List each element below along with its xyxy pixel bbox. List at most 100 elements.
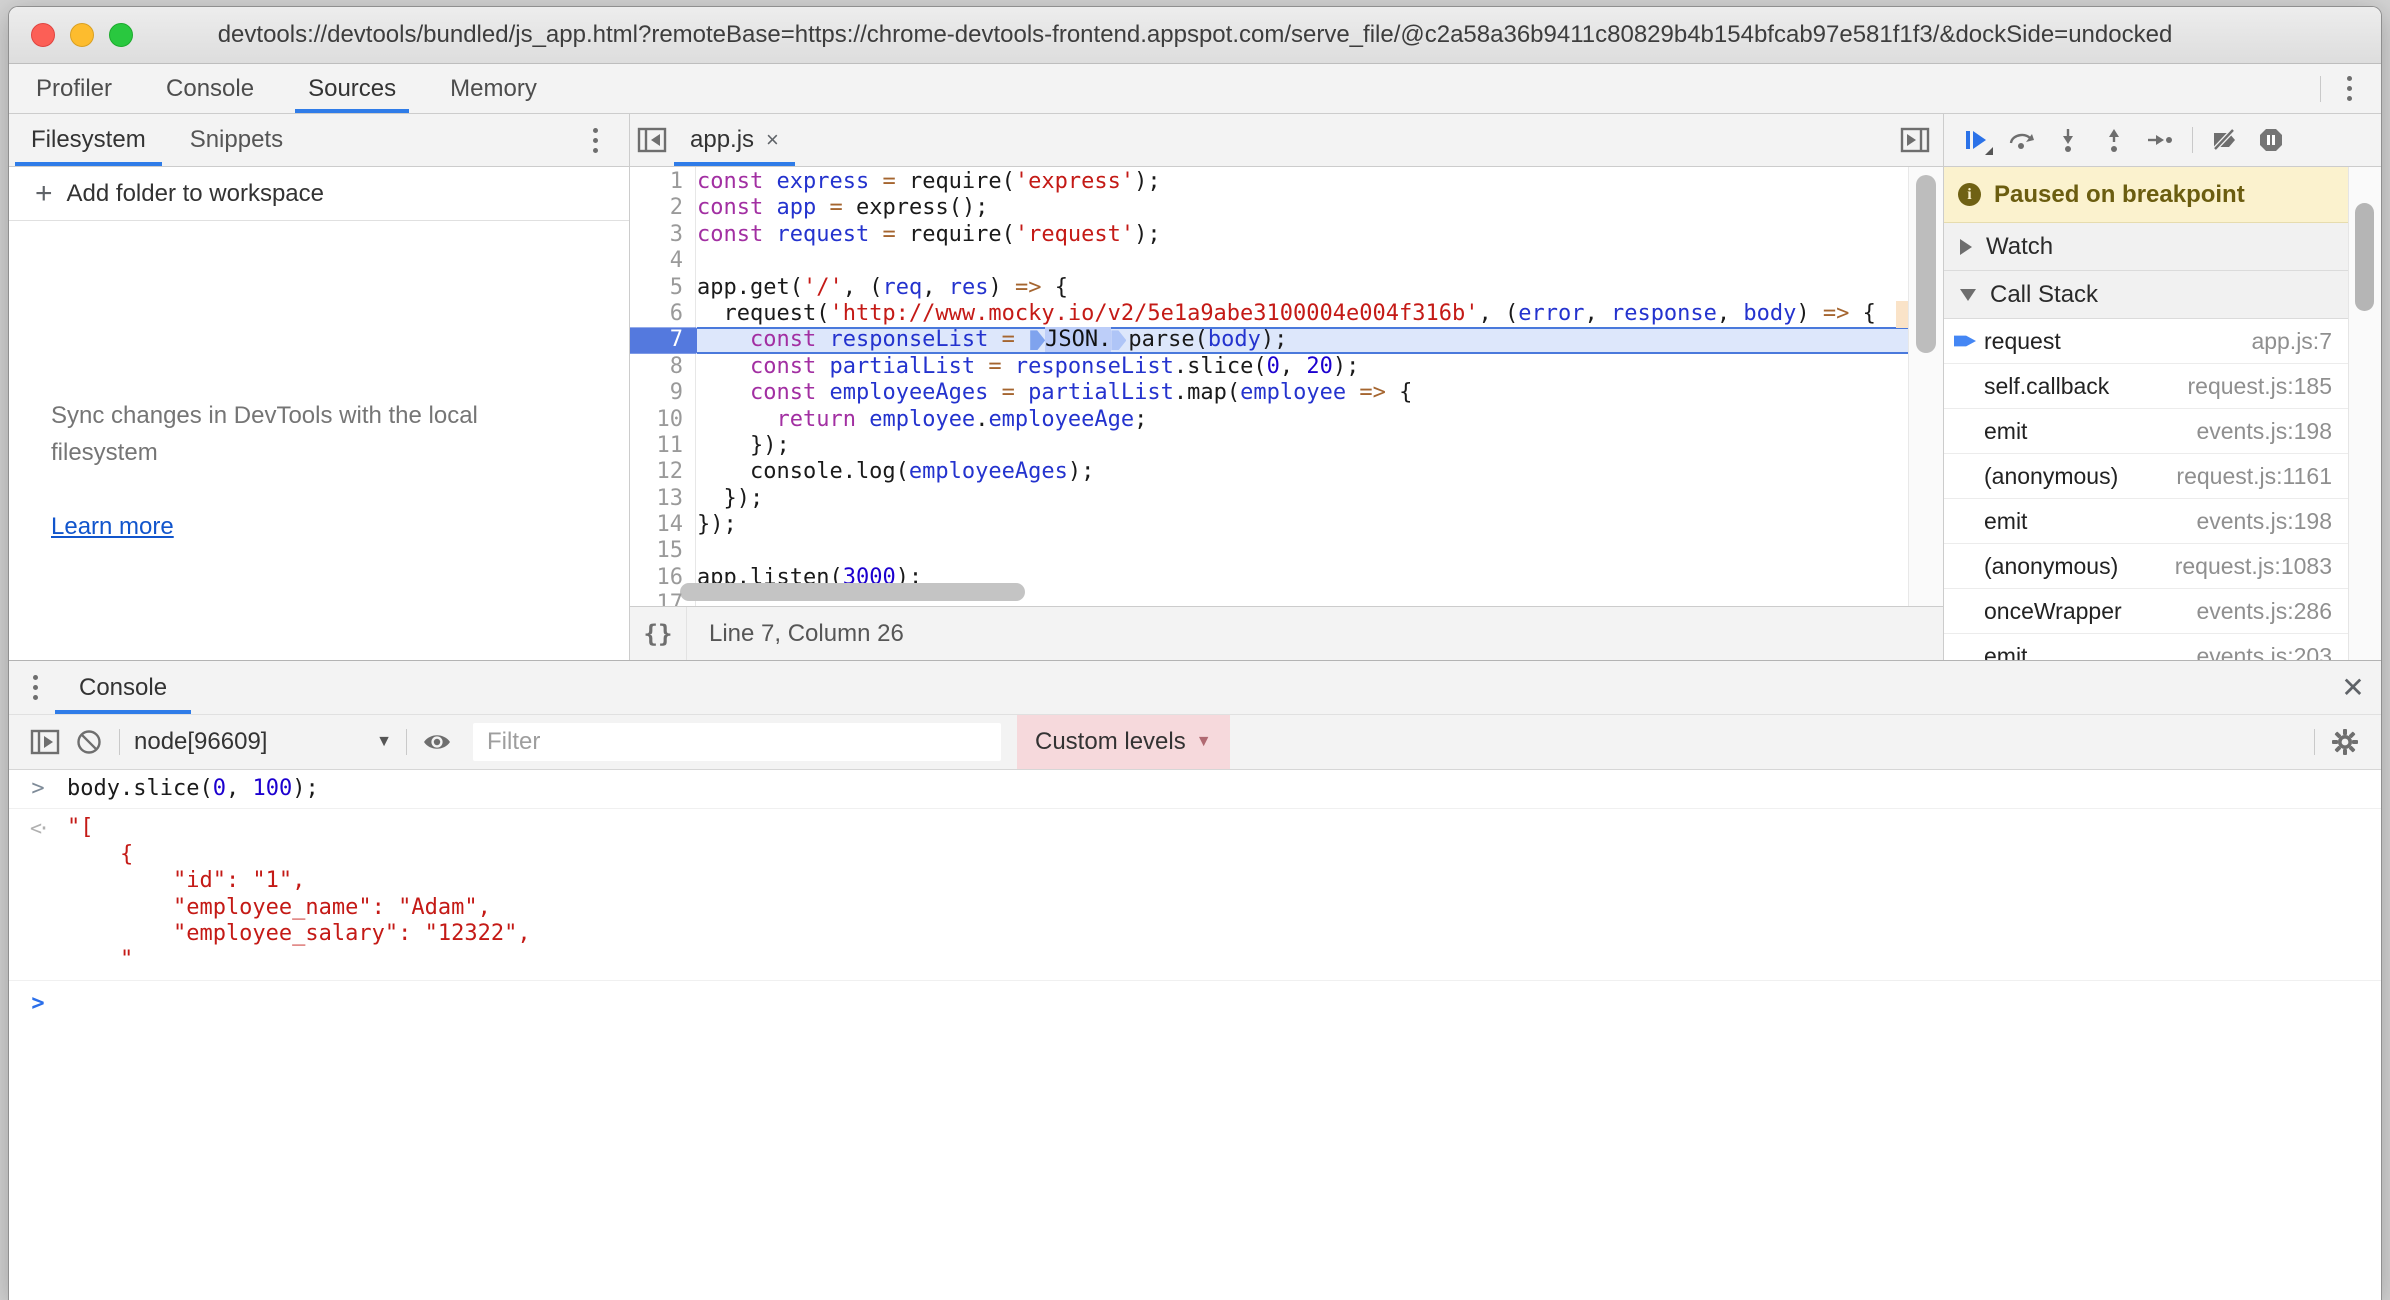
frame-location[interactable]: events.js:203 <box>2196 643 2332 661</box>
line-number-11[interactable]: 11 <box>630 433 695 459</box>
step-over-button[interactable] <box>2000 118 2044 162</box>
line-number-12[interactable]: 12 <box>630 459 695 485</box>
step-into-button[interactable] <box>2046 118 2090 162</box>
line-number-13[interactable]: 13 <box>630 486 695 512</box>
tab-close-icon[interactable]: × <box>766 127 779 153</box>
show-navigator-button[interactable] <box>630 114 674 166</box>
code-line-11[interactable]: }); <box>697 433 1943 459</box>
code-line-14[interactable]: }); <box>697 512 1943 538</box>
console-sidebar-button[interactable] <box>23 720 67 764</box>
editor-vscroll-thumb[interactable] <box>1916 175 1936 353</box>
window-zoom-button[interactable] <box>109 23 133 47</box>
frame-location[interactable]: request.js:1161 <box>2176 463 2332 490</box>
pause-on-exceptions-button[interactable] <box>2249 118 2293 162</box>
line-number-15[interactable]: 15 <box>630 538 695 564</box>
frame-location[interactable]: events.js:198 <box>2196 418 2332 445</box>
add-folder-button[interactable]: + Add folder to workspace <box>9 167 629 221</box>
line-number-9[interactable]: 9 <box>630 380 695 406</box>
editor-hscroll-thumb[interactable] <box>680 583 1025 601</box>
frame-location[interactable]: request.js:1083 <box>2175 553 2332 580</box>
window-close-button[interactable] <box>31 23 55 47</box>
editor-vertical-scrollbar[interactable] <box>1908 167 1943 606</box>
debugger-scroll-thumb[interactable] <box>2355 203 2374 311</box>
console-result-text: "[ { "id": "1", "employee_name": "Adam",… <box>67 815 531 973</box>
call-stack-section-header[interactable]: Call Stack <box>1944 271 2348 319</box>
main-tab-profiler[interactable]: Profiler <box>9 64 139 113</box>
console-messages[interactable]: >body.slice(0, 100);<·"[ { "id": "1", "e… <box>9 770 2381 1300</box>
clear-console-button[interactable] <box>67 720 111 764</box>
stack-frame[interactable]: onceWrapperevents.js:286 <box>1944 589 2348 634</box>
log-levels-dropdown[interactable]: Custom levels ▼ <box>1017 715 1230 769</box>
code-line-6[interactable]: request('http://www.mocky.io/v2/5e1a9abe… <box>697 301 1943 327</box>
navigator-tab-filesystem[interactable]: Filesystem <box>9 114 168 166</box>
window-minimize-button[interactable] <box>70 23 94 47</box>
pretty-print-icon[interactable]: {} <box>630 607 687 660</box>
file-tab-label: app.js <box>690 126 754 154</box>
console-result: <·"[ { "id": "1", "employee_name": "Adam… <box>9 809 2381 980</box>
line-number-4[interactable]: 4 <box>630 248 695 274</box>
stack-frame[interactable]: requestapp.js:7 <box>1944 319 2348 364</box>
live-expression-button[interactable] <box>415 720 459 764</box>
line-number-7[interactable]: 7 <box>630 327 695 353</box>
code-line-1[interactable]: const express = require('express'); <box>697 169 1943 195</box>
line-number-3[interactable]: 3 <box>630 222 695 248</box>
file-tab-appjs[interactable]: app.js × <box>674 114 795 166</box>
navigator-tab-snippets[interactable]: Snippets <box>168 114 305 166</box>
code-line-10[interactable]: return employee.employeeAge; <box>697 407 1943 433</box>
watch-section-header[interactable]: Watch <box>1944 223 2348 271</box>
panel-left-icon <box>637 127 667 153</box>
main-tab-console[interactable]: Console <box>139 64 281 113</box>
line-number-5[interactable]: 5 <box>630 275 695 301</box>
code-line-13[interactable]: }); <box>697 486 1943 512</box>
window-title: devtools://devtools/bundled/js_app.html?… <box>218 21 2173 49</box>
code-editor[interactable]: 1234567891011121314151617 const express … <box>630 167 1943 606</box>
line-number-2[interactable]: 2 <box>630 195 695 221</box>
frame-location[interactable]: events.js:198 <box>2196 508 2332 535</box>
main-tab-memory[interactable]: Memory <box>423 64 564 113</box>
execution-context-selector[interactable]: node[96609] ▼ <box>134 728 392 756</box>
line-number-6[interactable]: 6 <box>630 301 695 327</box>
call-stack-list: requestapp.js:7self.callbackrequest.js:1… <box>1944 319 2348 660</box>
code-line-9[interactable]: const employeeAges = partialList.map(emp… <box>697 380 1943 406</box>
code-line-4[interactable] <box>697 248 1943 274</box>
deactivate-breakpoints-button[interactable] <box>2203 118 2247 162</box>
code-line-2[interactable]: const app = express(); <box>697 195 1943 221</box>
console-settings-button[interactable] <box>2323 720 2367 764</box>
stack-frame[interactable]: (anonymous)request.js:1161 <box>1944 454 2348 499</box>
console-prompt[interactable]: > <box>9 981 2381 1023</box>
console-tab[interactable]: Console <box>55 661 191 714</box>
code-line-7[interactable]: const responseList = JSON.parse(body); <box>697 327 1943 353</box>
code-line-15[interactable] <box>697 538 1943 564</box>
line-number-10[interactable]: 10 <box>630 407 695 433</box>
code-line-8[interactable]: const partialList = responseList.slice(0… <box>697 354 1943 380</box>
line-number-8[interactable]: 8 <box>630 354 695 380</box>
navigator-menu-button[interactable] <box>575 114 615 166</box>
debugger-scrollbar[interactable] <box>2348 167 2381 660</box>
main-tab-sources[interactable]: Sources <box>281 64 423 113</box>
line-number-1[interactable]: 1 <box>630 169 695 195</box>
step-over-icon <box>2008 127 2036 153</box>
stack-frame[interactable]: emitevents.js:203 <box>1944 634 2348 660</box>
main-menu-button[interactable] <box>2329 64 2369 113</box>
frame-location[interactable]: app.js:7 <box>2251 328 2332 355</box>
step-out-button[interactable] <box>2092 118 2136 162</box>
dropdown-arrow-icon: ▼ <box>1196 733 1212 751</box>
code-line-5[interactable]: app.get('/', (req, res) => { <box>697 275 1943 301</box>
learn-more-link[interactable]: Learn more <box>51 513 174 541</box>
stack-frame[interactable]: self.callbackrequest.js:185 <box>1944 364 2348 409</box>
console-filter-input[interactable] <box>473 723 1001 761</box>
frame-location[interactable]: events.js:286 <box>2196 598 2332 625</box>
step-button[interactable] <box>2138 118 2182 162</box>
stack-frame[interactable]: (anonymous)request.js:1083 <box>1944 544 2348 589</box>
show-debugger-button[interactable] <box>1893 114 1937 166</box>
line-number-14[interactable]: 14 <box>630 512 695 538</box>
frame-location[interactable]: request.js:185 <box>2188 373 2332 400</box>
pause-on-exceptions-icon <box>2258 127 2284 153</box>
stack-frame[interactable]: emitevents.js:198 <box>1944 409 2348 454</box>
stack-frame[interactable]: emitevents.js:198 <box>1944 499 2348 544</box>
code-line-3[interactable]: const request = require('request'); <box>697 222 1943 248</box>
close-drawer-button[interactable]: ✕ <box>2325 661 2381 714</box>
resume-button[interactable] <box>1954 118 1998 162</box>
drawer-menu-button[interactable] <box>15 661 55 714</box>
code-line-12[interactable]: console.log(employeeAges); <box>697 459 1943 485</box>
